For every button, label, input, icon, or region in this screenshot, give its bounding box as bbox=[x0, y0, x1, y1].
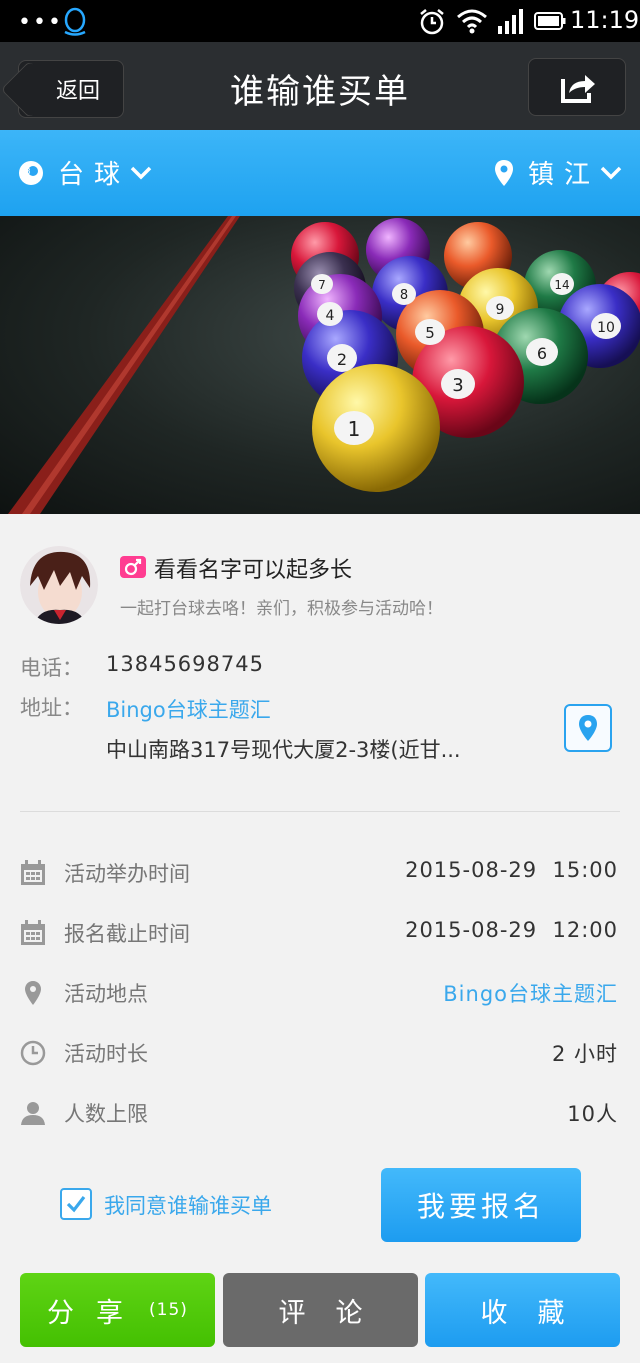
phone-number[interactable]: 13845698745 bbox=[106, 652, 264, 676]
detail-row-deadline: 报名截止时间 2015-08-29 12:00 bbox=[0, 914, 640, 954]
clock-icon bbox=[20, 1040, 46, 1066]
share-icon bbox=[561, 75, 595, 103]
status-bar: ••• 11:19 bbox=[0, 0, 640, 42]
favorite-button[interactable]: 收藏 bbox=[425, 1273, 620, 1347]
svg-text:3: 3 bbox=[452, 375, 463, 396]
category-label: 台球 bbox=[58, 160, 131, 190]
share-button[interactable] bbox=[528, 58, 626, 116]
detail-value: 2 小时 bbox=[551, 1042, 618, 1066]
billiard-balls-illustration: 1 3 2 6 5 4 10 9 8 7 14 bbox=[8, 216, 640, 514]
chevron-down-icon bbox=[600, 166, 622, 179]
signup-button[interactable]: 我要报名 bbox=[381, 1168, 581, 1242]
share-bottom-button[interactable]: 分享 (15) bbox=[20, 1273, 215, 1347]
share-count: (15) bbox=[149, 1300, 188, 1320]
category-selector[interactable]: 8 台球 bbox=[18, 154, 152, 191]
detail-label: 活动举办时间 bbox=[64, 862, 190, 886]
alarm-icon bbox=[420, 9, 444, 35]
address-label: 地址： bbox=[20, 696, 83, 720]
user-slogan: 一起打台球去咯！亲们，积极参与活动哈！ bbox=[120, 599, 443, 619]
detail-value: 2015-08-29 12:00 bbox=[405, 918, 618, 942]
male-gender-icon bbox=[120, 556, 146, 578]
detail-row-location: 活动地点 Bingo台球主题汇 bbox=[0, 974, 640, 1014]
divider bbox=[20, 811, 620, 812]
map-button[interactable] bbox=[564, 704, 612, 752]
svg-text:9: 9 bbox=[496, 302, 505, 318]
detail-label: 活动时长 bbox=[64, 1042, 148, 1066]
avatar[interactable] bbox=[20, 546, 98, 624]
comment-button[interactable]: 评论 bbox=[223, 1273, 418, 1347]
svg-text:8: 8 bbox=[25, 167, 40, 176]
address-detail: 中山南路317号现代大厦2-3楼(近甘... bbox=[106, 738, 461, 762]
svg-text:4: 4 bbox=[326, 308, 335, 324]
svg-text:14: 14 bbox=[554, 278, 569, 292]
person-icon bbox=[21, 1102, 45, 1125]
username: 看看名字可以起多长 bbox=[154, 558, 353, 583]
detail-value: 2015-08-29 15:00 bbox=[405, 858, 618, 882]
city-selector[interactable]: 镇江 bbox=[494, 154, 622, 191]
detail-label: 人数上限 bbox=[64, 1102, 148, 1126]
detail-value: 10人 bbox=[567, 1102, 618, 1126]
svg-text:5: 5 bbox=[425, 324, 435, 342]
check-icon bbox=[66, 1196, 86, 1213]
location-pin-icon bbox=[25, 981, 41, 1005]
svg-text:6: 6 bbox=[537, 344, 547, 363]
nav-bar: 返回 谁输谁买单 bbox=[0, 42, 640, 130]
calendar-icon bbox=[21, 860, 45, 885]
svg-text:8: 8 bbox=[400, 288, 408, 303]
clock-time: 11:19 bbox=[570, 6, 640, 34]
detail-row-start-time: 活动举办时间 2015-08-29 15:00 bbox=[0, 854, 640, 894]
svg-text:10: 10 bbox=[597, 320, 615, 336]
svg-text:1: 1 bbox=[348, 417, 361, 441]
city-label: 镇江 bbox=[527, 160, 600, 190]
notification-dots: ••• bbox=[18, 10, 63, 35]
svg-text:7: 7 bbox=[318, 278, 326, 292]
venue-link[interactable]: Bingo台球主题汇 bbox=[443, 978, 618, 1008]
avatar-illustration bbox=[20, 546, 98, 624]
chevron-down-icon bbox=[130, 166, 152, 179]
detail-label: 报名截止时间 bbox=[64, 922, 190, 946]
battery-icon bbox=[534, 12, 566, 30]
detail-row-duration: 活动时长 2 小时 bbox=[0, 1034, 640, 1074]
back-label: 返回 bbox=[55, 79, 100, 104]
calendar-icon bbox=[21, 920, 45, 945]
detail-row-capacity: 人数上限 10人 bbox=[0, 1094, 640, 1134]
phone-label: 电话： bbox=[20, 656, 83, 680]
detail-label: 活动地点 bbox=[64, 982, 148, 1006]
billiard-ball-icon: 8 bbox=[19, 160, 43, 185]
agree-label[interactable]: 我同意谁输谁买单 bbox=[104, 1190, 272, 1220]
location-pin-icon bbox=[579, 715, 597, 741]
qq-penguin-icon bbox=[64, 7, 86, 36]
svg-text:2: 2 bbox=[337, 350, 347, 369]
agree-checkbox[interactable] bbox=[60, 1188, 92, 1220]
address-venue-link[interactable]: Bingo台球主题汇 bbox=[106, 694, 271, 724]
location-pin-icon bbox=[494, 159, 513, 186]
signal-icon bbox=[498, 9, 523, 34]
share-label: 分享 bbox=[47, 1297, 146, 1329]
banner-image: 1 3 2 6 5 4 10 9 8 7 14 bbox=[0, 216, 640, 514]
wifi-icon bbox=[457, 9, 487, 34]
filter-bar: 8 台球 镇江 bbox=[0, 130, 640, 216]
